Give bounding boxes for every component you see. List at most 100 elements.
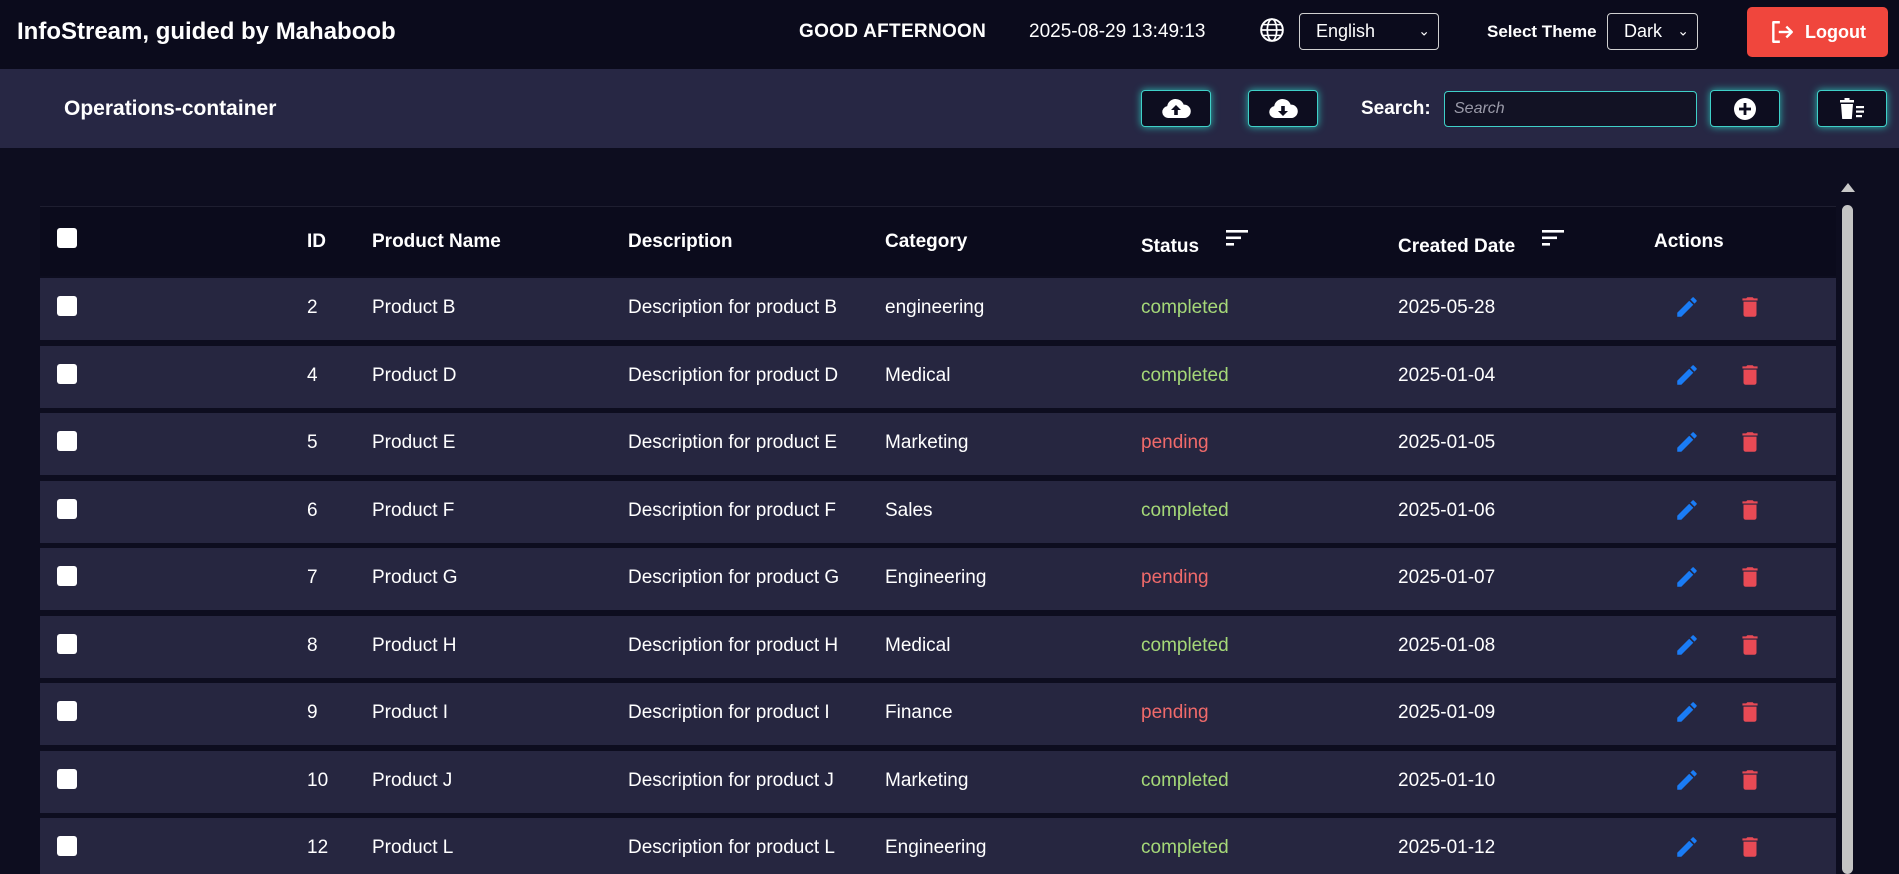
table-row: 4 Product D Description for product D Medic…	[40, 346, 1836, 408]
cell-date: 2025-01-07	[1398, 567, 1496, 588]
trash-icon[interactable]	[1737, 632, 1763, 658]
cell-description: Description for product I	[628, 702, 830, 723]
pencil-icon[interactable]	[1674, 632, 1700, 658]
cell-id: 7	[307, 567, 318, 588]
cell-name: Product D	[372, 365, 457, 386]
trash-icon[interactable]	[1737, 362, 1763, 388]
cell-date: 2025-05-28	[1398, 297, 1496, 318]
column-header-actions: Actions	[1654, 231, 1724, 252]
plus-circle-icon	[1734, 97, 1756, 120]
cell-category: engineering	[885, 297, 985, 318]
cell-description: Description for product E	[628, 432, 838, 453]
cell-status: pending	[1141, 702, 1209, 723]
cell-category: Engineering	[885, 567, 987, 588]
add-item-button[interactable]	[1710, 90, 1780, 127]
cell-category: Finance	[885, 702, 953, 723]
sort-icon[interactable]	[1541, 228, 1565, 248]
cell-category: Marketing	[885, 432, 969, 453]
cell-status: completed	[1141, 365, 1229, 386]
pencil-icon[interactable]	[1674, 429, 1700, 455]
pencil-icon[interactable]	[1674, 834, 1700, 860]
cell-name: Product F	[372, 500, 455, 521]
trash-icon[interactable]	[1737, 834, 1763, 860]
search-label: Search:	[1361, 98, 1431, 119]
row-checkbox[interactable]	[57, 769, 77, 789]
row-checkbox[interactable]	[57, 634, 77, 654]
cell-description: Description for product G	[628, 567, 840, 588]
cell-name: Product H	[372, 635, 457, 656]
table-row: 9 Product I Description for product I Finan…	[40, 683, 1836, 745]
cell-status: pending	[1141, 567, 1209, 588]
logout-label: Logout	[1805, 21, 1866, 42]
language-value: English	[1316, 21, 1376, 41]
language-select[interactable]: English ⌄	[1299, 13, 1439, 50]
trash-icon[interactable]	[1737, 294, 1763, 320]
scrollbar-thumb[interactable]	[1842, 205, 1853, 874]
pencil-icon[interactable]	[1674, 564, 1700, 590]
trash-icon[interactable]	[1737, 429, 1763, 455]
logout-button[interactable]: Logout	[1747, 7, 1888, 57]
cell-category: Medical	[885, 635, 951, 656]
trash-icon[interactable]	[1737, 497, 1763, 523]
download-button[interactable]	[1248, 90, 1318, 127]
table-row: 7 Product G Description for product G Engin…	[40, 548, 1836, 610]
cell-date: 2025-01-06	[1398, 500, 1496, 521]
pencil-icon[interactable]	[1674, 699, 1700, 725]
table-row: 8 Product H Description for product H Medic…	[40, 616, 1836, 678]
cell-description: Description for product B	[628, 297, 838, 318]
trash-icon[interactable]	[1737, 767, 1763, 793]
cell-description: Description for product L	[628, 837, 835, 858]
cell-description: Description for product F	[628, 500, 837, 521]
cell-category: Sales	[885, 500, 933, 521]
row-checkbox[interactable]	[57, 499, 77, 519]
cell-category: Medical	[885, 365, 951, 386]
row-checkbox[interactable]	[57, 296, 77, 316]
cell-description: Description for product H	[628, 635, 839, 656]
theme-label: Select Theme	[1487, 22, 1597, 41]
cell-date: 2025-01-12	[1398, 837, 1496, 858]
cloud-upload-icon	[1162, 98, 1191, 118]
scroll-up-arrow-icon[interactable]	[1841, 183, 1855, 192]
column-header-category: Category	[885, 231, 968, 252]
row-checkbox[interactable]	[57, 836, 77, 856]
bulk-delete-button[interactable]	[1817, 90, 1887, 127]
cell-status: completed	[1141, 770, 1229, 791]
search-input[interactable]	[1444, 91, 1697, 127]
row-checkbox[interactable]	[57, 566, 77, 586]
row-checkbox[interactable]	[57, 431, 77, 451]
theme-value: Dark	[1624, 21, 1663, 41]
cell-name: Product E	[372, 432, 456, 453]
sort-icon[interactable]	[1225, 228, 1249, 248]
table-header: ID Product Name Description Category Sta…	[40, 206, 1836, 276]
app-title: InfoStream, guided by Mahaboob	[17, 18, 396, 45]
row-checkbox[interactable]	[57, 364, 77, 384]
cell-date: 2025-01-09	[1398, 702, 1496, 723]
trash-icon[interactable]	[1737, 699, 1763, 725]
cell-name: Product B	[372, 297, 456, 318]
trash-icon[interactable]	[1737, 564, 1763, 590]
upload-button[interactable]	[1141, 90, 1211, 127]
pencil-icon[interactable]	[1674, 294, 1700, 320]
cell-date: 2025-01-08	[1398, 635, 1496, 656]
cell-status: completed	[1141, 297, 1229, 318]
cell-name: Product J	[372, 770, 453, 791]
operations-bar: Operations-container Search:	[0, 69, 1899, 148]
pencil-icon[interactable]	[1674, 497, 1700, 523]
theme-select[interactable]: Dark ⌄	[1607, 13, 1698, 50]
pencil-icon[interactable]	[1674, 362, 1700, 388]
table-row: 5 Product E Description for product E Marke…	[40, 413, 1836, 475]
top-bar: InfoStream, guided by Mahaboob GOOD AFTE…	[0, 0, 1899, 69]
cell-date: 2025-01-05	[1398, 432, 1496, 453]
row-checkbox[interactable]	[57, 701, 77, 721]
select-all-checkbox[interactable]	[57, 228, 77, 248]
column-header-product-name: Product Name	[372, 231, 501, 252]
cell-name: Product L	[372, 837, 454, 858]
pencil-icon[interactable]	[1674, 767, 1700, 793]
cell-date: 2025-01-04	[1398, 365, 1496, 386]
cloud-download-icon	[1269, 98, 1298, 118]
chevron-down-icon: ⌄	[1418, 22, 1430, 39]
products-table: ID Product Name Description Category Sta…	[40, 206, 1836, 874]
table-row: 2 Product B Description for product B engin…	[40, 278, 1836, 340]
chevron-down-icon: ⌄	[1677, 22, 1689, 39]
cell-id: 10	[307, 770, 329, 791]
